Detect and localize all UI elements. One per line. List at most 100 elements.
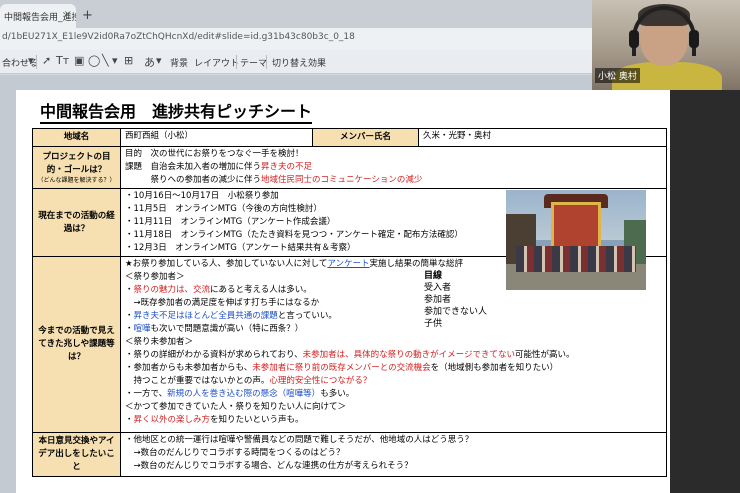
highlight: 未参加者は、具体的な祭りの動きがイメージできてない [302, 350, 515, 360]
chevron-down-icon[interactable]: ▾ [156, 54, 162, 67]
goal-label-cell: プロジェクトの目的・ゴールは？ （どんな課題を解決する？） [32, 146, 121, 189]
line-icon[interactable]: ╲ [102, 54, 109, 67]
goal-line: 目的 次の世代にお祭りをつなぐ一手を検討！ [125, 149, 304, 159]
text: 可能性が高い。 [515, 350, 575, 360]
text: ★お祭り参加している人、参加していない人に対して [125, 259, 328, 269]
text: ・ [125, 311, 134, 321]
area-label: 地域名 [32, 128, 121, 147]
text: ・参加者からも未参加者からも、 [125, 363, 253, 373]
festival-photo[interactable] [506, 190, 646, 290]
text: ・一方で、 [125, 389, 168, 399]
text: ・ [125, 285, 134, 295]
findings-line: ・参加者からも未参加者からも、未参加者に祭り前の既存メンバーとの交流機会を（地域… [125, 362, 662, 375]
viewpoint-item: 子供 [424, 319, 443, 329]
goal-label: プロジェクトの目的・ゴールは？ [42, 151, 111, 175]
goal-highlight: 昇き夫の不足 [261, 162, 313, 172]
text: にあると考える人は多い。 [210, 285, 312, 295]
comment-icon[interactable]: ⊞ [124, 54, 133, 67]
text: ・祭りの詳細がわかる資料が求められており、 [125, 350, 303, 360]
text: も多い。 [320, 389, 355, 399]
toolbar-divider [36, 55, 37, 69]
chevron-down-icon[interactable]: ▾ [112, 54, 118, 67]
findings-line: ・昇く以外の楽しみ方を知りたいという声も。 [125, 414, 662, 427]
list-item: ・他地区との統一運行は喧嘩や警備員などの問題で難しそうだが、他地域の人はどう思う… [125, 435, 474, 445]
theme-button[interactable]: テーマ [240, 56, 267, 69]
text: 実施し結果の簡単な総評 [369, 259, 464, 269]
goal-text: 祭りへの参加者の減少に伴う [125, 175, 262, 185]
tab-bar: 中間報告会用_進捗共有ピッチシ × + [0, 0, 592, 28]
section-heading: ＜かつて参加できていた人・祭りを知りたい人に向けて＞ [125, 402, 347, 412]
text-box-icon[interactable]: Tт [56, 54, 69, 67]
headset-earcup [629, 30, 639, 48]
text: と言っていい。 [277, 311, 337, 321]
highlight: 心理的安全性につながる？ [269, 376, 372, 386]
table-row: 本日意見交換やアイデア出しをしたいこと ・他地区との統一運行は喧嘩や警備員などの… [32, 432, 667, 477]
findings-line: ・喧嘩も次いで問題意識が高い（特に西条？） [125, 323, 662, 336]
browser-tab[interactable]: 中間報告会用_進捗共有ピッチシ × [0, 4, 76, 28]
table-row: プロジェクトの目的・ゴールは？ （どんな課題を解決する？） 目的 次の世代にお祭… [32, 146, 667, 189]
goal-text: 課題 自治会未加入者の増加に伴う [125, 162, 262, 172]
address-bar[interactable]: d/1bEU271X_E1le9V2id0Ra7oZtChQHcnXd/edit… [0, 28, 592, 50]
goal-line: 課題 自治会未加入者の増加に伴う昇き夫の不足 [125, 161, 662, 174]
text: を知りたいという声も。 [210, 415, 304, 425]
section-heading: ＜祭り未参加者＞ [125, 337, 194, 347]
text: を（地域側も参加者を知りたい） [430, 363, 559, 373]
text-style-icon[interactable]: あ [144, 54, 155, 70]
text: も次いで問題意識が高い（特に西条？） [150, 324, 304, 334]
webcam-feed: 小松 奥村 [592, 0, 740, 90]
ideas-content: ・他地区との統一運行は喧嘩や警備員などの問題で難しそうだが、他地域の人はどう思う… [120, 432, 667, 477]
highlight: 祭りの魅力は、交流 [133, 285, 211, 295]
photo-festival-float [551, 202, 601, 252]
highlight: 新規の人を巻き込む際の懸念（喧嘩等） [167, 389, 321, 399]
highlight: 昇く以外の楽しみ方 [133, 415, 211, 425]
text: 持つことが重要ではないかとの声。 [125, 376, 270, 386]
participant-name: 小松 奥村 [595, 68, 640, 83]
slide-page[interactable]: 中間報告会用 進捗共有ピッチシート 地域名 西町西組（小松） メンバー氏名 久米… [16, 90, 670, 493]
highlight: 未参加者に祭り前の既存メンバーとの交流機会 [252, 363, 431, 373]
background-button[interactable]: 背景 [170, 56, 188, 69]
tab-close-icon[interactable]: × [64, 9, 72, 20]
chevron-down-icon[interactable]: ▾ [28, 54, 34, 67]
new-tab-button[interactable]: + [82, 8, 93, 23]
table-row: 地域名 西町西組（小松） メンバー氏名 久米・光野・奥村 [32, 128, 667, 147]
viewpoint-item: 参加できない人 [424, 307, 488, 317]
findings-label: 今までの活動で見えてきた兆しや課題等は？ [32, 256, 121, 433]
list-item: →数台のだんじりでコラボする時間をつくるのはどう？ [125, 448, 345, 458]
member-value: 久米・光野・奥村 [418, 128, 667, 147]
highlight: 喧嘩 [133, 324, 151, 334]
transition-button[interactable]: 切り替え効果 [272, 56, 326, 69]
area-value: 西町西組（小松） [120, 128, 313, 147]
text: ・ [125, 415, 134, 425]
toolbar-divider [236, 55, 237, 69]
viewpoint-item: 参加者 [424, 295, 452, 305]
findings-line: ・祭りの詳細がわかる資料が求められており、未参加者は、具体的な祭りの動きがイメー… [125, 349, 662, 362]
viewpoint-item: 受入者 [424, 283, 452, 293]
url-text[interactable]: d/1bEU271X_E1le9V2id0Ra7oZtChQHcnXd/edit… [2, 32, 355, 42]
text: ・ [125, 324, 134, 334]
goal-line: 祭りへの参加者の減少に伴う地域住民同士のコミュニケーションの減少 [125, 174, 662, 187]
goal-sublabel: （どんな課題を解決する？） [37, 176, 116, 184]
screen-backdrop [670, 90, 740, 493]
member-label: メンバー氏名 [312, 128, 419, 147]
cursor-icon[interactable]: ➚ [42, 54, 51, 67]
layout-button[interactable]: レイアウト [194, 56, 239, 69]
viewpoint-heading: 目線 [424, 271, 443, 281]
toolbar-divider [266, 55, 267, 69]
goal-content: 目的 次の世代にお祭りをつなぐ一手を検討！ 課題 自治会未加入者の増加に伴う昇き… [120, 146, 667, 189]
findings-line: ・昇き夫不足はほとんど全員共通の課題と言っていい。 [125, 310, 662, 323]
photo-crowd [516, 246, 636, 272]
slide-title: 中間報告会用 進捗共有ピッチシート [40, 98, 313, 124]
ideas-label: 本日意見交換やアイデア出しをしたいこと [32, 432, 121, 477]
findings-line: →既存参加者の満足度を伸ばす打ち手にはなるか [125, 298, 320, 308]
findings-line: ・一方で、新規の人を巻き込む際の懸念（喧嘩等）も多い。 [125, 388, 662, 401]
findings-line: 持つことが重要ではないかとの声。心理的安全性につながる？ [125, 375, 662, 388]
shape-icon[interactable]: ◯ [88, 54, 100, 67]
pitch-sheet-table: 地域名 西町西組（小松） メンバー氏名 久米・光野・奥村 プロジェクトの目的・ゴ… [32, 128, 667, 477]
process-label: 現在までの活動の経過は？ [32, 188, 121, 257]
survey-link[interactable]: アンケート [327, 259, 369, 269]
goal-highlight: 地域住民同士のコミュニケーションの減少 [261, 175, 423, 185]
highlight: 昇き夫不足はほとんど全員共通の課題 [133, 311, 278, 321]
list-item: →数台のだんじりでコラボする場合、どんな連携の仕方が考えられそう？ [125, 461, 413, 471]
image-icon[interactable]: ▣ [74, 54, 84, 67]
slides-toolbar: 合わせる ▾ ➚ Tт ▣ ◯ ╲ ▾ ⊞ あ ▾ 背景 レイアウト テーマ 切… [0, 50, 592, 74]
